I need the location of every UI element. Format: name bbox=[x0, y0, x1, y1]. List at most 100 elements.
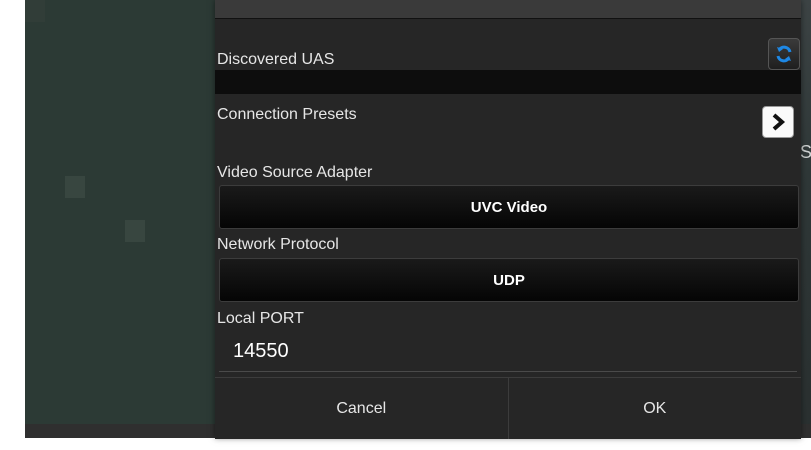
map-tile bbox=[65, 66, 85, 88]
map-tile bbox=[145, 88, 165, 110]
map-tile bbox=[45, 264, 65, 286]
map-tile bbox=[85, 374, 105, 396]
refresh-button[interactable] bbox=[768, 38, 800, 70]
map-tile bbox=[165, 242, 185, 264]
discovered-uas-label: Discovered UAS bbox=[217, 51, 335, 68]
map-tile bbox=[105, 110, 125, 132]
connection-presets-button[interactable] bbox=[762, 106, 794, 138]
map-tile bbox=[65, 88, 85, 110]
map-tile bbox=[45, 44, 65, 66]
connection-presets-label: Connection Presets bbox=[217, 106, 357, 123]
map-tile bbox=[125, 66, 145, 88]
map-tile bbox=[165, 88, 185, 110]
local-port-input[interactable] bbox=[219, 332, 797, 372]
map-tile bbox=[85, 264, 105, 286]
map-tile bbox=[125, 242, 145, 264]
map-tile bbox=[105, 264, 125, 286]
map-tile bbox=[45, 242, 65, 264]
map-tile bbox=[65, 352, 85, 374]
map-tile bbox=[65, 286, 85, 308]
map-tile bbox=[45, 0, 65, 22]
map-tile bbox=[25, 132, 45, 154]
map-tile bbox=[45, 198, 65, 220]
map-tile bbox=[125, 110, 145, 132]
map-tile bbox=[185, 264, 205, 286]
map-tile bbox=[165, 22, 185, 44]
map-tile bbox=[25, 88, 45, 110]
section-divider bbox=[215, 70, 801, 94]
map-tile bbox=[85, 176, 105, 198]
map-tile bbox=[25, 176, 45, 198]
map-tile bbox=[25, 264, 45, 286]
dialog-footer: Cancel OK bbox=[215, 377, 801, 439]
map-tile bbox=[125, 286, 145, 308]
map-tile bbox=[85, 242, 105, 264]
map-tile bbox=[185, 176, 205, 198]
map-tile bbox=[185, 22, 205, 44]
map-tile bbox=[45, 352, 65, 374]
map-tile bbox=[85, 44, 105, 66]
map-tile bbox=[165, 110, 185, 132]
map-tile bbox=[85, 110, 105, 132]
map-tile bbox=[125, 198, 145, 220]
map-tile bbox=[25, 308, 45, 330]
map-tile bbox=[65, 198, 85, 220]
map-tile bbox=[25, 110, 45, 132]
map-tile bbox=[65, 110, 85, 132]
network-protocol-label: Network Protocol bbox=[217, 236, 339, 253]
map-tile bbox=[85, 22, 105, 44]
map-tile bbox=[25, 352, 45, 374]
map-tile bbox=[85, 198, 105, 220]
map-tile bbox=[165, 44, 185, 66]
map-tile bbox=[185, 308, 205, 330]
map-tile bbox=[25, 0, 45, 22]
map-tile bbox=[25, 198, 45, 220]
map-tile bbox=[25, 154, 45, 176]
cancel-button[interactable]: Cancel bbox=[215, 378, 509, 439]
map-tile bbox=[125, 220, 145, 242]
ok-button[interactable]: OK bbox=[508, 378, 801, 439]
map-tile bbox=[165, 198, 185, 220]
map-tile bbox=[45, 66, 65, 88]
map-tile bbox=[25, 22, 45, 44]
network-protocol-select[interactable]: UDP bbox=[219, 258, 799, 302]
dialog-top-bar bbox=[215, 0, 801, 19]
map-tile bbox=[45, 330, 65, 352]
map-tile bbox=[105, 374, 125, 396]
map-tile bbox=[145, 220, 165, 242]
map-tile bbox=[45, 110, 65, 132]
map-tile bbox=[105, 154, 125, 176]
map-tile bbox=[105, 396, 125, 418]
map-tile bbox=[165, 396, 185, 418]
map-tile bbox=[25, 242, 45, 264]
map-tile bbox=[25, 396, 45, 418]
map-tile bbox=[165, 132, 185, 154]
map-tile bbox=[125, 330, 145, 352]
map-tile bbox=[85, 396, 105, 418]
map-tile bbox=[185, 242, 205, 264]
map-tile bbox=[85, 308, 105, 330]
video-source-select[interactable]: UVC Video bbox=[219, 185, 799, 229]
map-tile bbox=[45, 220, 65, 242]
map-tile bbox=[85, 66, 105, 88]
map-tile bbox=[185, 220, 205, 242]
map-tile bbox=[145, 330, 165, 352]
map-tile bbox=[165, 352, 185, 374]
map-tile bbox=[65, 154, 85, 176]
map-tile bbox=[165, 374, 185, 396]
map-tile bbox=[65, 0, 85, 22]
map-tile bbox=[65, 44, 85, 66]
map-tile bbox=[85, 286, 105, 308]
map-tile bbox=[165, 330, 185, 352]
map-tile bbox=[25, 374, 45, 396]
map-tile bbox=[45, 88, 65, 110]
map-tile bbox=[45, 22, 65, 44]
map-tile bbox=[85, 352, 105, 374]
map-tile bbox=[105, 22, 125, 44]
map-tile bbox=[165, 286, 185, 308]
map-mosaic bbox=[25, 0, 225, 438]
map-tile bbox=[25, 66, 45, 88]
map-tile bbox=[185, 88, 205, 110]
map-tile bbox=[45, 396, 65, 418]
map-tile bbox=[145, 308, 165, 330]
